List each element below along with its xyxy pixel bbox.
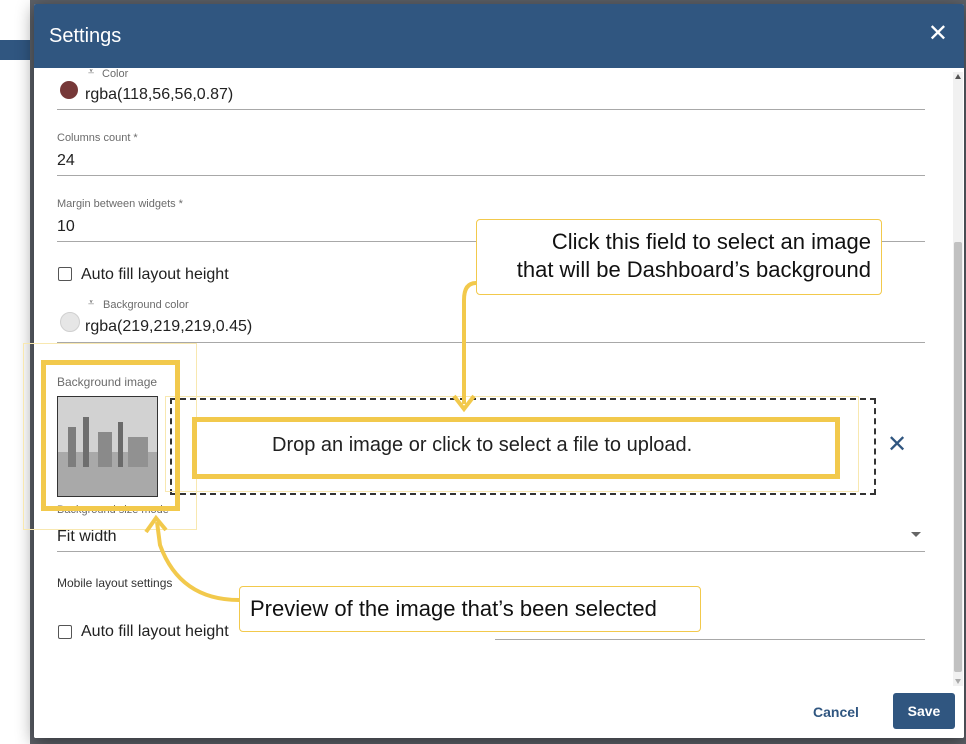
mobile-field-underline	[495, 639, 925, 640]
chevron-down-icon[interactable]	[911, 532, 921, 537]
background-size-mode-select[interactable]: Fit width	[57, 528, 117, 546]
save-button[interactable]: Save	[893, 693, 955, 729]
close-icon[interactable]: ✕	[928, 22, 948, 46]
select-image-callout: Click this field to select an image that…	[476, 219, 882, 295]
background-color-swatch[interactable]	[60, 312, 80, 332]
select-image-callout-line-1: Click this field to select an image	[551, 229, 871, 254]
color-label: Color	[102, 68, 129, 80]
select-image-callout-line-2: that will be Dashboard’s background	[516, 257, 871, 282]
remove-image-icon[interactable]: ✕	[887, 433, 907, 457]
columns-count-label: Columns count *	[57, 132, 138, 144]
background-color-label: Background color	[103, 299, 189, 311]
margin-label: Margin between widgets *	[57, 198, 183, 210]
color-underline	[57, 109, 925, 110]
margin-input[interactable]: 10	[57, 218, 75, 236]
content-scrollbar[interactable]	[953, 72, 963, 686]
cancel-button[interactable]: Cancel	[813, 704, 859, 720]
color-value[interactable]: rgba(118,56,56,0.87)	[85, 86, 233, 104]
background-color-picker-icon: ⩡	[88, 297, 95, 309]
color-picker-icon: ⩡	[88, 68, 95, 78]
mobile-auto-fill-label[interactable]: Auto fill layout height	[81, 623, 229, 641]
preview-callout: Preview of the image that’s been selecte…	[239, 586, 701, 632]
color-swatch[interactable]	[60, 81, 78, 99]
background-color-value[interactable]: rgba(219,219,219,0.45)	[85, 318, 252, 336]
backdrop-strip	[0, 40, 30, 60]
auto-fill-checkbox[interactable]	[58, 267, 72, 281]
scroll-up-icon[interactable]	[955, 74, 961, 79]
scroll-down-icon[interactable]	[955, 679, 961, 684]
scroll-thumb[interactable]	[954, 242, 962, 672]
dialog-title: Settings	[49, 25, 122, 47]
drop-zone-highlight	[192, 417, 840, 479]
mobile-layout-label: Mobile layout settings	[57, 576, 173, 590]
preview-highlight	[41, 360, 180, 511]
dialog-header: Settings ✕	[34, 4, 964, 68]
background-size-mode-underline	[57, 551, 925, 552]
columns-count-underline	[57, 175, 925, 176]
auto-fill-label[interactable]: Auto fill layout height	[81, 266, 229, 284]
columns-count-input[interactable]: 24	[57, 152, 75, 170]
preview-callout-text: Preview of the image that’s been selecte…	[250, 596, 657, 621]
mobile-auto-fill-checkbox[interactable]	[58, 625, 72, 639]
